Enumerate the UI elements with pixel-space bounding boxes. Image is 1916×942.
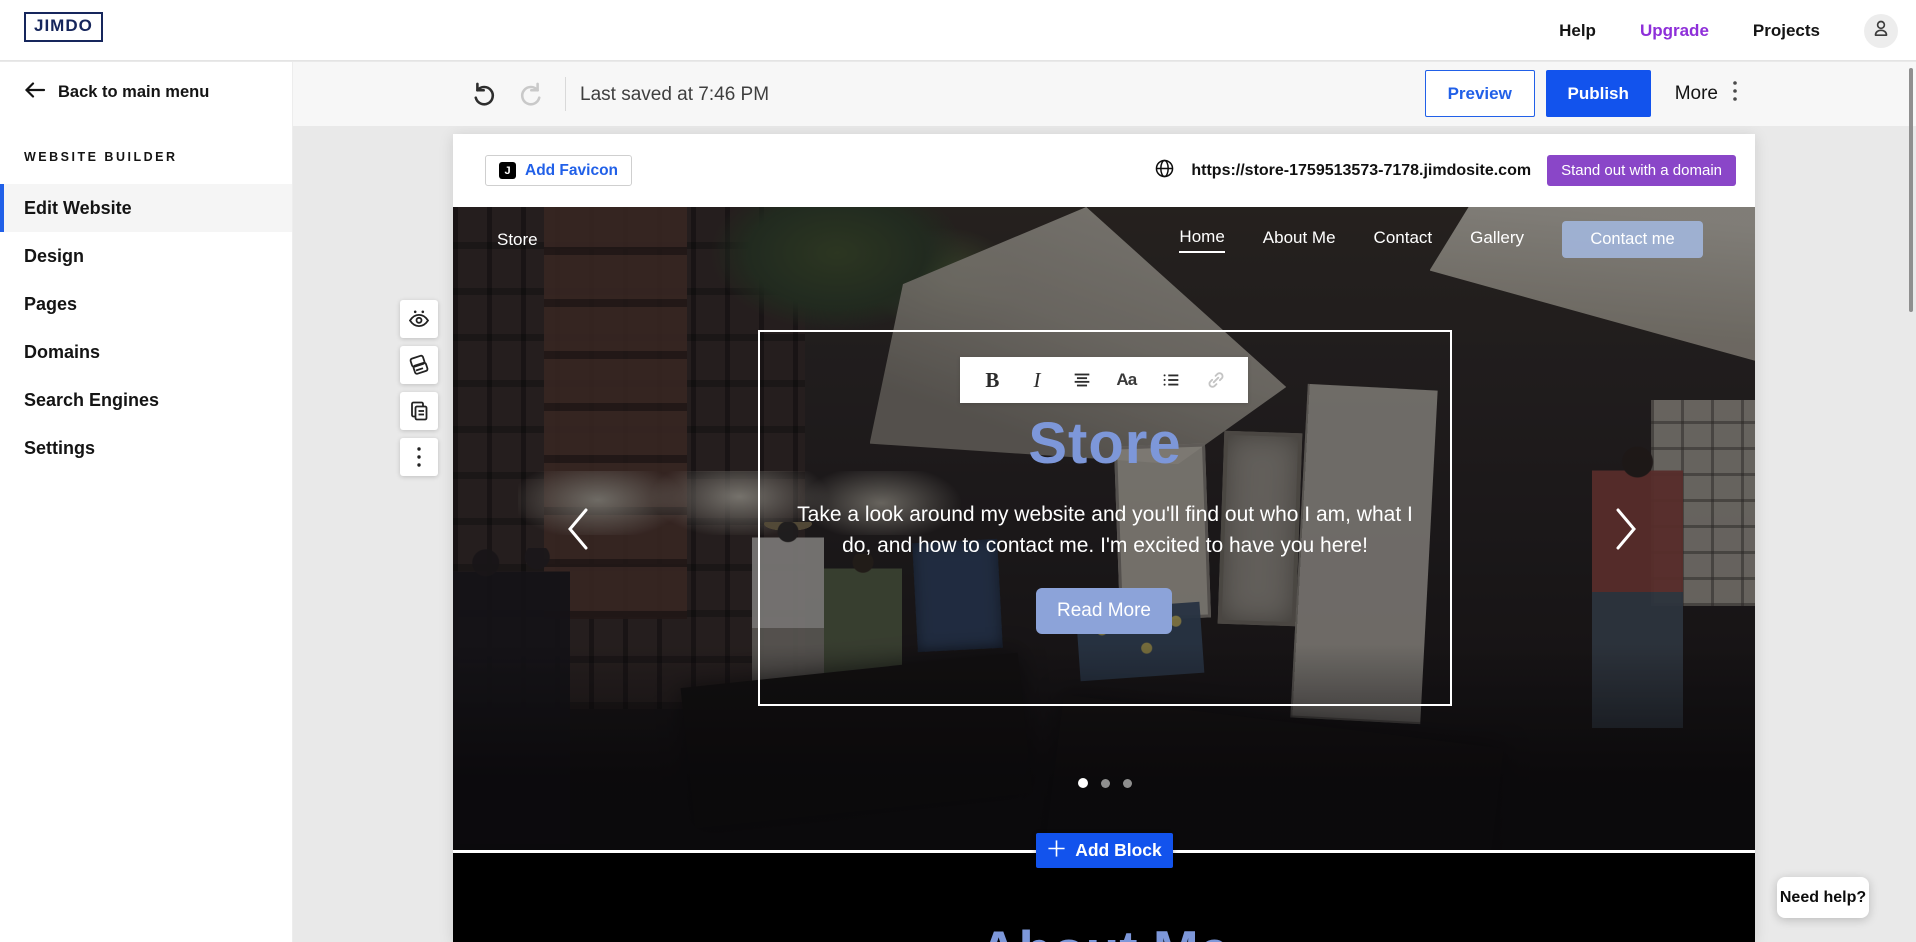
site-url[interactable]: https://store-1759513573-7178.jimdosite.… [1191, 162, 1531, 180]
plus-icon [1047, 839, 1066, 863]
chevron-right-icon [1613, 507, 1639, 551]
favicon-placeholder-icon: J [499, 162, 516, 179]
app-header: JIMDO Help Upgrade Projects [0, 0, 1916, 61]
user-icon [1870, 17, 1892, 44]
sidebar-item-design[interactable]: Design [0, 232, 292, 280]
read-more-button[interactable]: Read More [1036, 588, 1172, 634]
hero-body-line2: do, and how to contact me. I'm excited t… [758, 530, 1452, 561]
last-saved-status: Last saved at 7:46 PM [580, 84, 769, 106]
site-nav-gallery[interactable]: Gallery [1470, 228, 1524, 252]
editor-toolbar: Last saved at 7:46 PM Preview Publish Mo… [293, 62, 1916, 126]
sidebar-menu: Edit Website Design Pages Domains Search… [0, 184, 292, 472]
sidebar-item-search-engines[interactable]: Search Engines [0, 376, 292, 424]
section-label: WEBSITE BUILDER [24, 150, 177, 164]
hero-title[interactable]: Store [758, 410, 1452, 477]
more-menu-button[interactable]: More [1675, 79, 1738, 108]
page-scrollbar[interactable] [1909, 68, 1913, 312]
link-icon [1205, 369, 1227, 391]
text-format-toolbar: B I Aa [960, 357, 1248, 403]
hero-section: Store Home About Me Contact Gallery Cont… [453, 207, 1755, 850]
copy-icon [407, 399, 431, 423]
hero-body-line1: Take a look around my website and you'll… [758, 499, 1452, 530]
add-block-label: Add Block [1075, 840, 1162, 861]
header-nav: Help Upgrade Projects [1559, 0, 1898, 61]
publish-button[interactable]: Publish [1546, 70, 1651, 117]
preview-button[interactable]: Preview [1425, 70, 1535, 117]
carousel-prev-button[interactable] [565, 507, 591, 551]
kebab-menu-icon [1732, 79, 1738, 108]
about-me-title: About Me [453, 923, 1755, 942]
carousel-next-button[interactable] [1613, 507, 1639, 551]
preview-eye-button[interactable] [400, 300, 438, 338]
chevron-left-icon [565, 507, 591, 551]
italic-button[interactable]: I [1022, 365, 1052, 395]
redo-button[interactable] [518, 80, 546, 108]
add-favicon-button[interactable]: J Add Favicon [485, 155, 632, 186]
account-avatar[interactable] [1864, 14, 1898, 48]
more-label: More [1675, 83, 1718, 105]
kebab-menu-icon [416, 446, 422, 468]
need-help-button[interactable]: Need help? [1777, 877, 1869, 918]
align-center-icon [1071, 369, 1093, 391]
add-favicon-label: Add Favicon [525, 162, 618, 180]
jimdo-logo[interactable]: JIMDO [24, 12, 103, 42]
link-button[interactable] [1201, 365, 1231, 395]
bold-button[interactable]: B [977, 365, 1007, 395]
align-center-button[interactable] [1067, 365, 1097, 395]
undo-button[interactable] [469, 80, 497, 108]
more-options-button[interactable] [400, 438, 438, 476]
back-to-main-menu[interactable]: Back to main menu [24, 82, 209, 103]
carousel-dot-2[interactable] [1101, 779, 1110, 788]
carousel-dots [758, 775, 1452, 793]
site-url-group: https://store-1759513573-7178.jimdosite.… [1154, 134, 1736, 207]
site-nav-about-me[interactable]: About Me [1263, 228, 1336, 252]
site-nav-home[interactable]: Home [1179, 227, 1224, 253]
sidebar: Back to main menu WEBSITE BUILDER Edit W… [0, 62, 293, 942]
sidebar-item-settings[interactable]: Settings [0, 424, 292, 472]
contact-me-button[interactable]: Contact me [1562, 221, 1703, 258]
site-menu: Home About Me Contact Gallery Contact me [1179, 221, 1703, 258]
website-preview-panel: J Add Favicon https://store-1759513573-7… [453, 134, 1755, 942]
list-icon [1160, 369, 1182, 391]
toolbar-divider [565, 77, 566, 111]
font-style-button[interactable]: Aa [1111, 365, 1141, 395]
toolbar-actions: Preview Publish More [1425, 70, 1738, 117]
design-swatches-button[interactable] [400, 346, 438, 384]
domain-upsell-button[interactable]: Stand out with a domain [1547, 155, 1736, 186]
site-brand[interactable]: Store [497, 230, 538, 250]
eye-icon [407, 307, 431, 331]
jimdo-editor: JIMDO Help Upgrade Projects [0, 0, 1916, 942]
globe-icon [1154, 158, 1175, 184]
upgrade-link[interactable]: Upgrade [1640, 21, 1709, 41]
arrow-left-icon [24, 82, 46, 103]
add-block-button[interactable]: Add Block [1036, 833, 1173, 868]
sidebar-item-edit-website[interactable]: Edit Website [0, 184, 292, 232]
sidebar-item-pages[interactable]: Pages [0, 280, 292, 328]
swatches-icon [407, 353, 431, 377]
site-navbar: Store Home About Me Contact Gallery Cont… [453, 221, 1755, 265]
back-label: Back to main menu [58, 83, 209, 102]
site-settings-bar: J Add Favicon https://store-1759513573-7… [453, 134, 1755, 207]
carousel-dot-1[interactable] [1078, 778, 1088, 788]
site-nav-contact[interactable]: Contact [1374, 228, 1433, 252]
carousel-dot-3[interactable] [1123, 779, 1132, 788]
sidebar-item-domains[interactable]: Domains [0, 328, 292, 376]
block-edit-tools [400, 300, 438, 484]
help-link[interactable]: Help [1559, 21, 1596, 41]
list-button[interactable] [1156, 365, 1186, 395]
copy-section-button[interactable] [400, 392, 438, 430]
projects-link[interactable]: Projects [1753, 21, 1820, 41]
hero-body-text[interactable]: Take a look around my website and you'll… [758, 499, 1452, 561]
